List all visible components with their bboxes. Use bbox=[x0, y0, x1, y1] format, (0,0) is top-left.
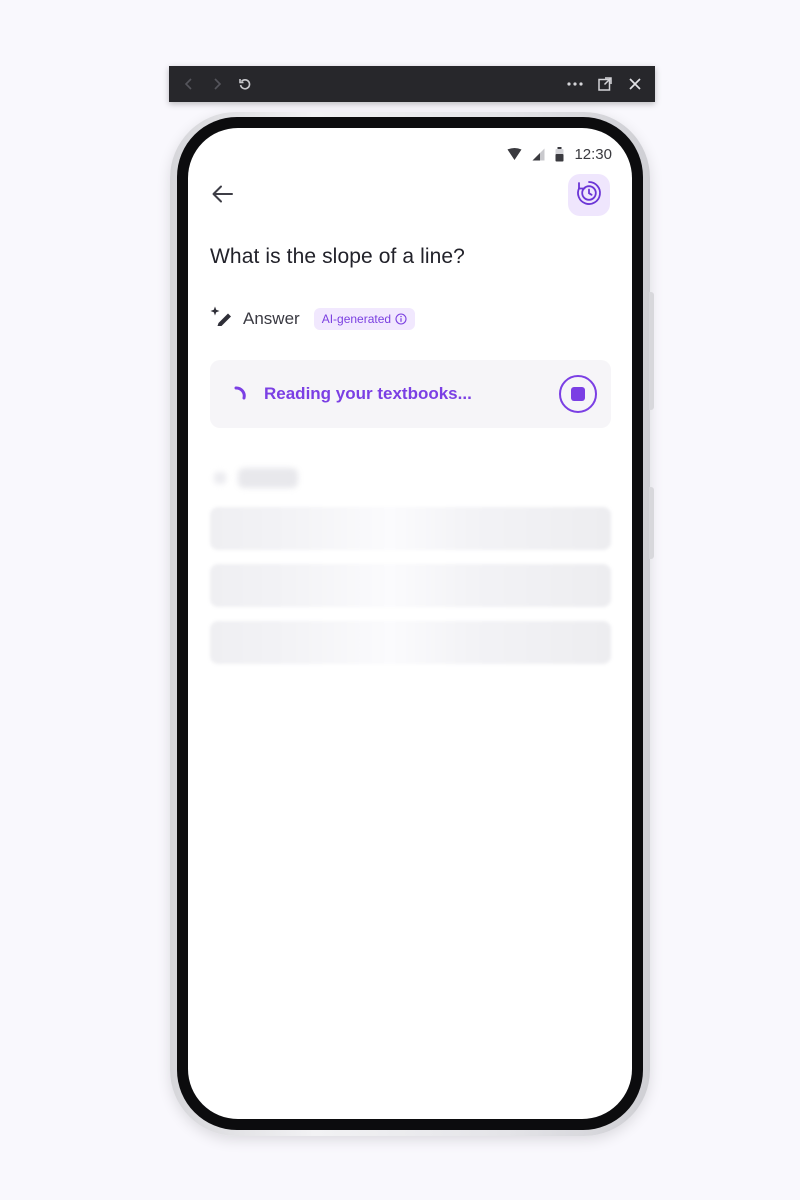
close-icon[interactable] bbox=[625, 74, 645, 94]
emulator-toolbar bbox=[169, 66, 655, 102]
arrow-left-icon[interactable] bbox=[208, 180, 236, 208]
status-bar: 12:30 bbox=[507, 146, 612, 163]
phone-frame: 12:30 What is the slope of a line? Answe… bbox=[170, 112, 654, 1136]
ai-generated-badge[interactable]: AI-generated bbox=[313, 307, 416, 330]
skeleton-line bbox=[210, 621, 611, 664]
question-title: What is the slope of a line? bbox=[210, 245, 465, 268]
loading-spinner-icon bbox=[232, 385, 250, 403]
history-clock-icon bbox=[575, 179, 603, 212]
phone-screen: 12:30 What is the slope of a line? Answe… bbox=[188, 128, 632, 1119]
loading-text: Reading your textbooks... bbox=[264, 384, 472, 403]
ai-badge-label: AI-generated bbox=[321, 311, 392, 326]
signal-icon bbox=[532, 148, 545, 161]
skeleton-line bbox=[210, 564, 611, 607]
sparkle-pen-icon bbox=[210, 306, 232, 331]
answer-header: Answer AI-generated bbox=[210, 306, 416, 331]
skeleton-line bbox=[210, 507, 611, 550]
skeleton-word bbox=[238, 468, 298, 488]
info-icon bbox=[395, 312, 407, 325]
phone-bezel: 12:30 What is the slope of a line? Answe… bbox=[177, 117, 643, 1130]
answer-label: Answer bbox=[243, 308, 300, 328]
phone-side-button bbox=[649, 292, 654, 410]
status-time: 12:30 bbox=[574, 146, 612, 163]
refresh-icon[interactable] bbox=[235, 74, 255, 94]
skeleton-dot bbox=[214, 472, 226, 484]
chevron-right-icon[interactable] bbox=[207, 74, 227, 94]
stop-icon bbox=[571, 387, 585, 401]
loading-card: Reading your textbooks... bbox=[210, 360, 611, 428]
more-horizontal-icon[interactable] bbox=[565, 74, 585, 94]
battery-icon bbox=[555, 147, 564, 162]
history-button[interactable] bbox=[568, 174, 610, 216]
stage: 12:30 What is the slope of a line? Answe… bbox=[0, 0, 800, 1200]
emulator-nav-group bbox=[179, 74, 255, 94]
stop-button[interactable] bbox=[559, 375, 597, 413]
phone-volume-button bbox=[649, 487, 654, 559]
external-window-icon[interactable] bbox=[595, 74, 615, 94]
wifi-icon bbox=[507, 148, 522, 161]
skeleton-heading bbox=[214, 468, 298, 488]
chevron-left-icon[interactable] bbox=[179, 74, 199, 94]
emulator-actions-group bbox=[565, 74, 645, 94]
